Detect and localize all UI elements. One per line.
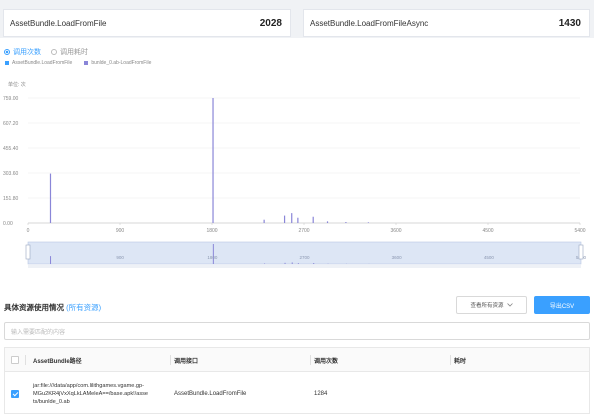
scrollbar-track <box>28 265 581 268</box>
bar <box>263 219 265 223</box>
bar <box>367 222 369 223</box>
radio-call-count[interactable]: 调用次数 <box>4 47 41 57</box>
bar <box>291 213 293 223</box>
radio-label: 调用耗时 <box>60 49 88 56</box>
row-checkbox-cell <box>11 373 19 414</box>
column-divider <box>25 355 26 365</box>
x-tick-label: 2700 <box>298 228 309 234</box>
zoom-preview-bar <box>264 263 266 264</box>
zoom-tick-label: 900 <box>116 255 124 260</box>
zoom-tick-label: 3600 <box>392 255 403 260</box>
zoom-slider <box>27 241 582 265</box>
legend-swatch <box>84 61 89 65</box>
x-tick-label: 4500 <box>482 228 493 234</box>
chart-area: 单位: 次 0.00 151.80 303.60 455.40 607.20 759.00 0… <box>0 76 594 276</box>
page: AssetBundle.LoadFromFile 2028 AssetBundl… <box>0 0 594 414</box>
path-line: jar:file:///data/app/com.lilithgames.vga… <box>33 382 144 389</box>
path-line: MGu2KR4jVxXqLkLAMeleA==/base.apk!/asse <box>33 390 149 397</box>
bar <box>49 173 52 223</box>
y-axis-label: 单位: 次 <box>8 81 26 88</box>
zoom-handle-left[interactable] <box>25 244 31 260</box>
x-tick-label: 0 <box>27 228 30 234</box>
stat-card-loadfromfileasync: AssetBundle.LoadFromFileAsync 1430 <box>303 9 590 37</box>
search-input[interactable]: 输入需要匹配的内容 <box>4 322 590 340</box>
cell-count: 1284 <box>314 391 328 397</box>
zoom-preview-bar <box>291 262 293 264</box>
chart-legend: AssetBundle.LoadFromFile bunlde_0.ab-Loa… <box>5 60 151 66</box>
zoom-tick-label: 1800 <box>207 255 218 260</box>
column-divider <box>450 355 451 365</box>
select-all-checkbox[interactable] <box>11 348 19 372</box>
x-tick-label: 900 <box>116 228 125 234</box>
y-tick-label: 455.40 <box>3 146 19 152</box>
zoom-preview-bar <box>212 244 214 264</box>
column-divider <box>170 355 171 365</box>
view-toggle: 调用次数 调用耗时 <box>4 47 88 57</box>
bar <box>345 222 347 223</box>
column-header-count[interactable]: 调用次数 <box>314 348 338 372</box>
bar-chart: 单位: 次 0.00 151.80 303.60 455.40 607.20 759.00 0… <box>3 81 587 268</box>
legend-item[interactable]: bunlde_0.ab-LoadFromFile <box>84 60 151 66</box>
y-tick-label: 151.80 <box>3 196 19 202</box>
radio-dot <box>4 49 10 55</box>
cell-api: AssetBundle.LoadFromFile <box>174 391 247 397</box>
x-tick-label: 3600 <box>390 228 401 234</box>
legend-swatch <box>5 61 9 65</box>
column-divider <box>310 355 311 365</box>
bar <box>312 216 314 223</box>
table-row[interactable]: jar:file:///data/app/com.lilithgames.vga… <box>5 373 589 414</box>
path-line: ts/bunlde_0.ab <box>33 399 70 406</box>
resource-table: AssetBundle路径 调用接口 调用次数 耗时 jar:file:///d… <box>4 347 590 414</box>
y-tick-label: 0.00 <box>3 221 13 227</box>
cell-path: jar:file:///data/app/com.lilithgames.vga… <box>33 373 167 414</box>
section-title: 具体资源使用情况 (所有资源) <box>4 302 101 313</box>
y-tick-label: 759.00 <box>3 96 19 102</box>
bar <box>326 221 329 223</box>
zoom-preview-bar <box>313 262 315 264</box>
dropdown-label: 查看所有资源 <box>470 303 504 309</box>
x-tick-label: 1800 <box>206 228 217 234</box>
radio-dot <box>51 49 57 55</box>
zoom-handle-right[interactable] <box>578 244 584 260</box>
section-title-text: 具体资源使用情况 <box>4 303 64 312</box>
view-all-resources-dropdown[interactable]: 查看所有资源 <box>456 296 527 314</box>
x-tick-label: 5400 <box>574 228 585 234</box>
checkbox[interactable] <box>11 356 19 364</box>
column-header-api[interactable]: 调用接口 <box>174 348 198 372</box>
bar <box>297 217 299 223</box>
path-text: jar:file:///data/app/com.lilithgames.vga… <box>33 382 148 407</box>
zoom-preview-bar <box>297 263 299 264</box>
y-tick-label: 607.20 <box>3 121 19 127</box>
stat-card-loadfromfile: AssetBundle.LoadFromFile 2028 <box>3 9 291 37</box>
table-header-row: AssetBundle路径 调用接口 调用次数 耗时 <box>5 348 589 372</box>
zoom-preview-bar <box>284 262 286 264</box>
legend-label: bunlde_0.ab-LoadFromFile <box>91 60 152 66</box>
stat-label: AssetBundle.LoadFromFileAsync <box>310 18 429 28</box>
export-csv-button[interactable]: 导出CSV <box>534 296 590 314</box>
stats-bar: AssetBundle.LoadFromFile 2028 AssetBundl… <box>0 0 594 38</box>
legend-item[interactable]: AssetBundle.LoadFromFile <box>5 60 72 66</box>
stat-value: 1430 <box>558 17 581 29</box>
zoom-preview-bar <box>50 256 52 264</box>
column-header-path[interactable]: AssetBundle路径 <box>33 348 82 372</box>
stat-label: AssetBundle.LoadFromFile <box>10 18 107 28</box>
column-header-time[interactable]: 耗时 <box>454 348 466 372</box>
radio-call-time[interactable]: 调用耗时 <box>51 47 88 57</box>
radio-label: 调用次数 <box>13 49 41 56</box>
y-tick-label: 303.60 <box>3 171 19 177</box>
legend-label: AssetBundle.LoadFromFile <box>12 60 73 66</box>
zoom-tick-label: 4500 <box>484 255 495 260</box>
stat-value: 2028 <box>259 17 282 29</box>
bar <box>212 98 214 223</box>
row-checkbox[interactable] <box>11 390 19 398</box>
all-resources-link[interactable]: (所有资源) <box>66 303 101 312</box>
zoom-tick-label: 2700 <box>299 255 310 260</box>
chevron-down-icon <box>506 303 513 307</box>
bar <box>283 215 286 223</box>
